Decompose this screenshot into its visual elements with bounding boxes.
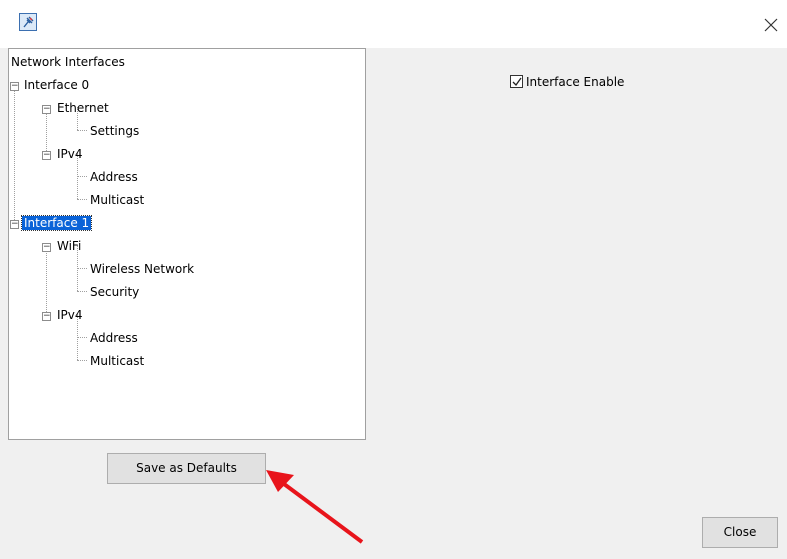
collapse-icon[interactable]: − [42, 151, 51, 160]
tree-item-multicast[interactable]: Multicast [88, 191, 146, 209]
dialog-body: Network Interfaces − Interface 0 − Ether… [0, 48, 787, 559]
collapse-icon[interactable]: − [42, 105, 51, 114]
tree-connector [77, 130, 87, 131]
collapse-icon[interactable]: − [42, 243, 51, 252]
tree-connector [77, 360, 87, 361]
tree-connector [46, 245, 47, 318]
title-bar [0, 0, 787, 49]
tree-connector [77, 176, 87, 177]
collapse-icon[interactable]: − [42, 312, 51, 321]
interface-enable-label: Interface Enable [526, 74, 625, 89]
collapse-icon[interactable]: − [10, 220, 19, 229]
tree-item-interface-0[interactable]: Interface 0 [22, 76, 91, 94]
tree-connector [77, 199, 87, 200]
pushpin-icon [19, 13, 37, 31]
checkmark-icon[interactable] [510, 75, 523, 88]
tree-connector [77, 337, 87, 338]
tree-root-label: Network Interfaces [11, 55, 125, 69]
tree-item-address[interactable]: Address [88, 329, 140, 347]
tree-item-interface-1[interactable]: Interface 1 [20, 214, 93, 232]
tree-item-multicast[interactable]: Multicast [88, 352, 146, 370]
tree-item-wifi[interactable]: WiFi [55, 237, 83, 255]
tree-connector [77, 268, 87, 269]
close-icon[interactable] [760, 14, 782, 36]
interface-enable-checkbox[interactable]: Interface Enable [510, 72, 624, 90]
tree-item-ipv4[interactable]: IPv4 [55, 145, 85, 163]
tree-item-ethernet[interactable]: Ethernet [55, 99, 111, 117]
tree-root[interactable]: Network Interfaces [9, 53, 127, 71]
tree-item-wireless-network[interactable]: Wireless Network [88, 260, 196, 278]
tree-item-address[interactable]: Address [88, 168, 140, 186]
annotation-arrow [266, 470, 364, 544]
tree-connector [14, 85, 15, 228]
save-as-defaults-button[interactable]: Save as Defaults [107, 453, 266, 484]
close-button[interactable]: Close [702, 517, 778, 548]
tree-item-ipv4[interactable]: IPv4 [55, 306, 85, 324]
tree-item-settings[interactable]: Settings [88, 122, 141, 140]
network-tree[interactable]: Network Interfaces − Interface 0 − Ether… [8, 48, 366, 440]
tree-item-security[interactable]: Security [88, 283, 141, 301]
tree-connector [77, 291, 87, 292]
collapse-icon[interactable]: − [10, 82, 19, 91]
